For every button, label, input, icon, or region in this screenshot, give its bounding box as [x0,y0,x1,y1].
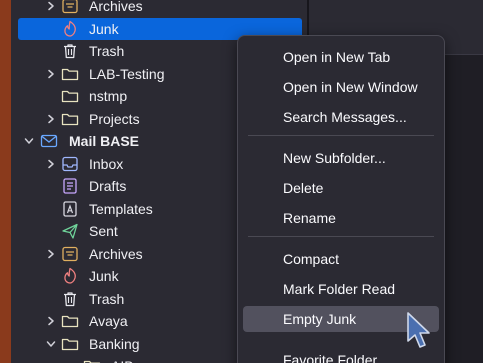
menu-item-label: Delete [283,180,324,196]
menu-item-compact[interactable]: Compact [243,246,439,272]
mail-client-window: Archives Junk Trash LAB-Testing nstmp Project… [0,0,483,363]
chevron-down-icon[interactable] [44,333,58,355]
folder-icon [61,87,79,105]
folder-icon [61,65,79,83]
folder-label: Drafts [89,178,127,194]
folder-label: Trash [89,43,125,59]
menu-item-open-in-new-window[interactable]: Open in New Window [243,74,439,100]
folder-row-archives[interactable]: Archives [18,0,302,17]
chevron-right-icon[interactable] [44,310,58,332]
chevron-down-icon[interactable] [22,130,36,152]
window-edge-accent [0,0,11,363]
menu-item-label: Search Messages... [283,109,407,125]
chevron-right-icon[interactable] [44,63,58,85]
junk-icon [61,20,79,38]
menu-item-label: Open in New Tab [283,49,391,65]
archive-icon [61,0,79,15]
folder-label: Templates [89,201,153,217]
chevron-right-icon[interactable] [44,108,58,130]
folder-label: Archives [89,246,143,262]
menu-item-label: Empty Junk [283,311,357,327]
folder-label: Banking [89,336,140,352]
junk-icon [61,267,79,285]
menu-item-label: New Subfolder... [283,150,386,166]
mouse-pointer-icon [407,312,430,348]
menu-item-rename[interactable]: Rename [243,205,439,231]
folder-label: LAB-Testing [89,66,165,82]
menu-item-label: Favorite Folder [283,352,378,363]
folder-label: Mail BASE [69,133,140,149]
chevron-right-icon[interactable] [44,0,58,17]
menu-item-label: Rename [283,210,336,226]
menu-separator [248,236,434,237]
menu-item-open-in-new-tab[interactable]: Open in New Tab [243,44,439,70]
trash-icon [61,290,79,308]
folder-icon [61,335,79,353]
menu-item-label: Open in New Window [283,79,418,95]
templates-icon [61,200,79,218]
sent-icon [61,222,79,240]
drafts-icon [61,177,79,195]
folder-label: Avaya [89,313,128,329]
folder-label: Sent [89,223,118,239]
folder-label: Projects [89,111,140,127]
inbox-icon [61,155,79,173]
chevron-right-icon[interactable] [44,153,58,175]
folder-icon [83,357,101,363]
folder-label: Trash [89,291,125,307]
folder-label: Junk [89,21,119,37]
folder-label: Archives [89,0,143,14]
folder-icon [61,312,79,330]
menu-item-mark-folder-read[interactable]: Mark Folder Read [243,276,439,302]
folder-label: AIB [111,355,134,363]
menu-item-delete[interactable]: Delete [243,175,439,201]
menu-item-new-subfolder[interactable]: New Subfolder... [243,145,439,171]
mail-account-icon [40,132,58,150]
folder-icon [61,110,79,128]
menu-item-search-messages[interactable]: Search Messages... [243,104,439,130]
folder-label: nstmp [89,88,128,104]
menu-item-label: Mark Folder Read [283,281,396,297]
menu-item-label: Compact [283,251,340,267]
chevron-right-icon[interactable] [44,243,58,265]
trash-icon [61,42,79,60]
folder-label: Inbox [89,156,124,172]
folder-label: Junk [89,268,119,284]
archive-icon [61,245,79,263]
menu-separator [248,135,434,136]
